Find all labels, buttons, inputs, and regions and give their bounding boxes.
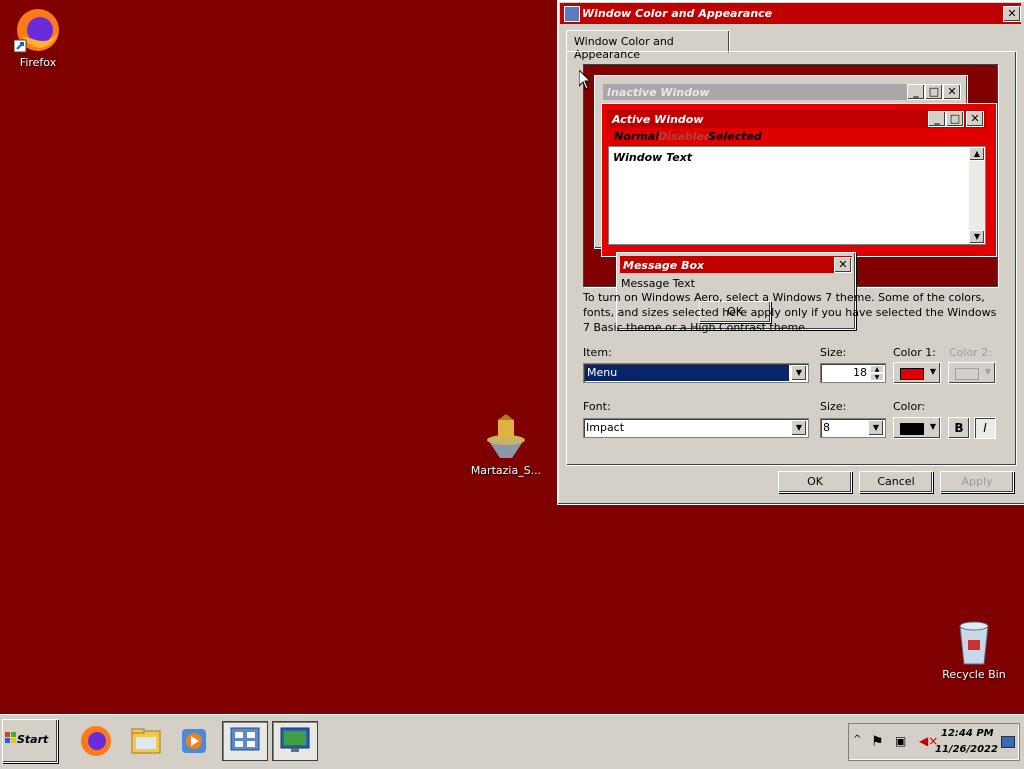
file-explorer-icon <box>131 728 161 754</box>
inactive-window-title-bar: Inactive Window _ □ ✕ <box>603 84 961 100</box>
chevron-down-icon: ▼ <box>984 367 991 376</box>
window-text: Window Text <box>613 151 693 164</box>
appearance-preview[interactable]: Inactive Window _ □ ✕ Active Window _ □ … <box>583 64 998 330</box>
preview-menu-bar: Normal Disabled Selected <box>608 128 986 144</box>
desktop-icon-label: Recycle Bin <box>942 668 1006 681</box>
close-icon: ✕ <box>834 257 852 273</box>
vertical-scrollbar[interactable]: ▲ ▼ <box>969 147 985 244</box>
window-text-area[interactable]: Window Text ▲ ▼ <box>608 146 986 245</box>
message-box-title-bar: Message Box ✕ <box>620 256 852 273</box>
spin-down-icon[interactable]: ▼ <box>870 373 884 381</box>
clock-time[interactable]: 12:44 PM <box>941 728 994 739</box>
taskbar-app-media-player[interactable] <box>174 721 214 761</box>
taskbar: Start ^ ⚑ ▣ ◀× 12:44 PM 11/26/2022 <box>0 714 1024 769</box>
action-center-flag-icon[interactable]: ⚑ <box>871 734 884 750</box>
mouse-cursor-icon <box>579 70 591 90</box>
cancel-button[interactable]: Cancel <box>859 471 933 493</box>
active-window-preview[interactable]: Active Window _ □ ✕ Normal Disabled Sele… <box>601 103 997 257</box>
font-color-label: Color: <box>893 400 926 413</box>
taskbar-app-display-settings[interactable] <box>272 721 318 761</box>
show-desktop-icon[interactable] <box>1001 736 1015 748</box>
font-size-value: 8 <box>823 421 830 434</box>
firefox-icon <box>13 6 62 54</box>
firefox-icon <box>81 726 111 756</box>
active-window-title: Active Window <box>612 113 704 126</box>
windows-logo-icon <box>5 732 16 743</box>
scroll-up-icon[interactable]: ▲ <box>969 147 985 161</box>
color1-button[interactable]: ▼ <box>893 362 941 384</box>
italic-button[interactable]: I <box>974 417 996 439</box>
network-icon[interactable]: ▣ <box>895 734 906 748</box>
color2-button[interactable]: ▼ <box>948 362 996 384</box>
active-window-title-bar: Active Window _ □ ✕ <box>608 110 986 128</box>
control-panel-icon <box>230 727 260 751</box>
chevron-down-icon: ▼ <box>929 367 936 376</box>
chevron-down-icon[interactable]: ▼ <box>868 420 884 436</box>
taskbar-app-firefox[interactable] <box>76 721 116 761</box>
tab-window-color-appearance[interactable]: Window Color and Appearance <box>566 30 730 61</box>
font-select-value: Impact <box>586 421 625 434</box>
size-stepper[interactable]: 18 ▲ ▼ <box>820 363 886 383</box>
menu-normal[interactable]: Normal <box>614 130 659 143</box>
chevron-down-icon: ▼ <box>929 422 936 431</box>
floating-island-icon <box>482 414 530 462</box>
color2-label: Color 2: <box>949 346 992 359</box>
desktop-icon-firefox[interactable]: Firefox <box>0 6 76 69</box>
media-player-icon <box>182 729 206 753</box>
taskbar-app-control-panel[interactable] <box>222 721 268 761</box>
display-settings-icon <box>280 727 310 752</box>
menu-selected[interactable]: Selected <box>708 130 762 143</box>
close-button[interactable]: ✕ <box>1003 6 1021 22</box>
font-color-swatch <box>900 423 924 435</box>
item-select-value: Menu <box>585 365 789 381</box>
display-icon <box>564 6 580 22</box>
font-label: Font: <box>583 400 611 413</box>
start-label: Start <box>17 733 49 746</box>
aero-info-text: To turn on Windows Aero, select a Window… <box>583 291 997 334</box>
font-select[interactable]: Impact ▼ <box>583 418 809 438</box>
clock-date[interactable]: 11/26/2022 <box>935 744 998 755</box>
item-label: Item: <box>583 346 612 359</box>
menu-disabled[interactable]: Disabled <box>658 130 712 143</box>
minimize-icon: _ <box>928 111 946 127</box>
item-select[interactable]: Menu ▼ <box>583 363 809 383</box>
close-icon: ✕ <box>966 111 984 127</box>
maximize-icon: □ <box>925 84 943 100</box>
start-button[interactable]: Start <box>2 719 58 763</box>
dialog-title-bar[interactable]: Window Color and Appearance ✕ <box>560 3 1021 24</box>
tab-panel: Inactive Window _ □ ✕ Active Window _ □ … <box>566 51 1017 466</box>
recycle-bin-icon <box>950 618 998 666</box>
size-value: 18 <box>853 366 867 379</box>
message-text: Message Text <box>621 277 695 290</box>
inactive-window-title: Inactive Window <box>607 86 710 99</box>
apply-button[interactable]: Apply <box>940 471 1014 493</box>
font-size-label: Size: <box>820 400 847 413</box>
minimize-icon: _ <box>907 84 925 100</box>
desktop-icon-recycle-bin[interactable]: Recycle Bin <box>936 618 1012 681</box>
chevron-down-icon[interactable]: ▼ <box>791 420 807 436</box>
chevron-up-icon[interactable]: ^ <box>853 734 861 745</box>
close-icon: ✕ <box>943 84 961 100</box>
message-box-title: Message Box <box>623 259 705 272</box>
taskbar-app-file-explorer[interactable] <box>126 721 166 761</box>
chevron-down-icon[interactable]: ▼ <box>791 365 807 381</box>
spin-up-icon[interactable]: ▲ <box>870 365 884 373</box>
window-color-appearance-dialog: Window Color and Appearance ✕ Window Col… <box>557 0 1024 505</box>
color2-swatch <box>955 368 979 380</box>
maximize-icon: □ <box>946 111 964 127</box>
font-color-button[interactable]: ▼ <box>893 417 941 439</box>
desktop-icon-label: Firefox <box>19 56 57 69</box>
scroll-down-icon[interactable]: ▼ <box>969 230 985 244</box>
font-size-select[interactable]: 8 ▼ <box>820 418 886 438</box>
bold-button[interactable]: B <box>948 417 970 439</box>
color1-swatch <box>900 368 924 380</box>
color1-label: Color 1: <box>893 346 936 359</box>
desktop-icon-martazia[interactable]: Martazia_S... <box>468 414 544 477</box>
ok-button[interactable]: OK <box>778 471 852 493</box>
system-tray: ^ ⚑ ▣ ◀× 12:44 PM 11/26/2022 <box>848 723 1020 761</box>
size-label: Size: <box>820 346 847 359</box>
desktop-icon-label: Martazia_S... <box>470 464 542 477</box>
dialog-title: Window Color and Appearance <box>582 7 773 20</box>
